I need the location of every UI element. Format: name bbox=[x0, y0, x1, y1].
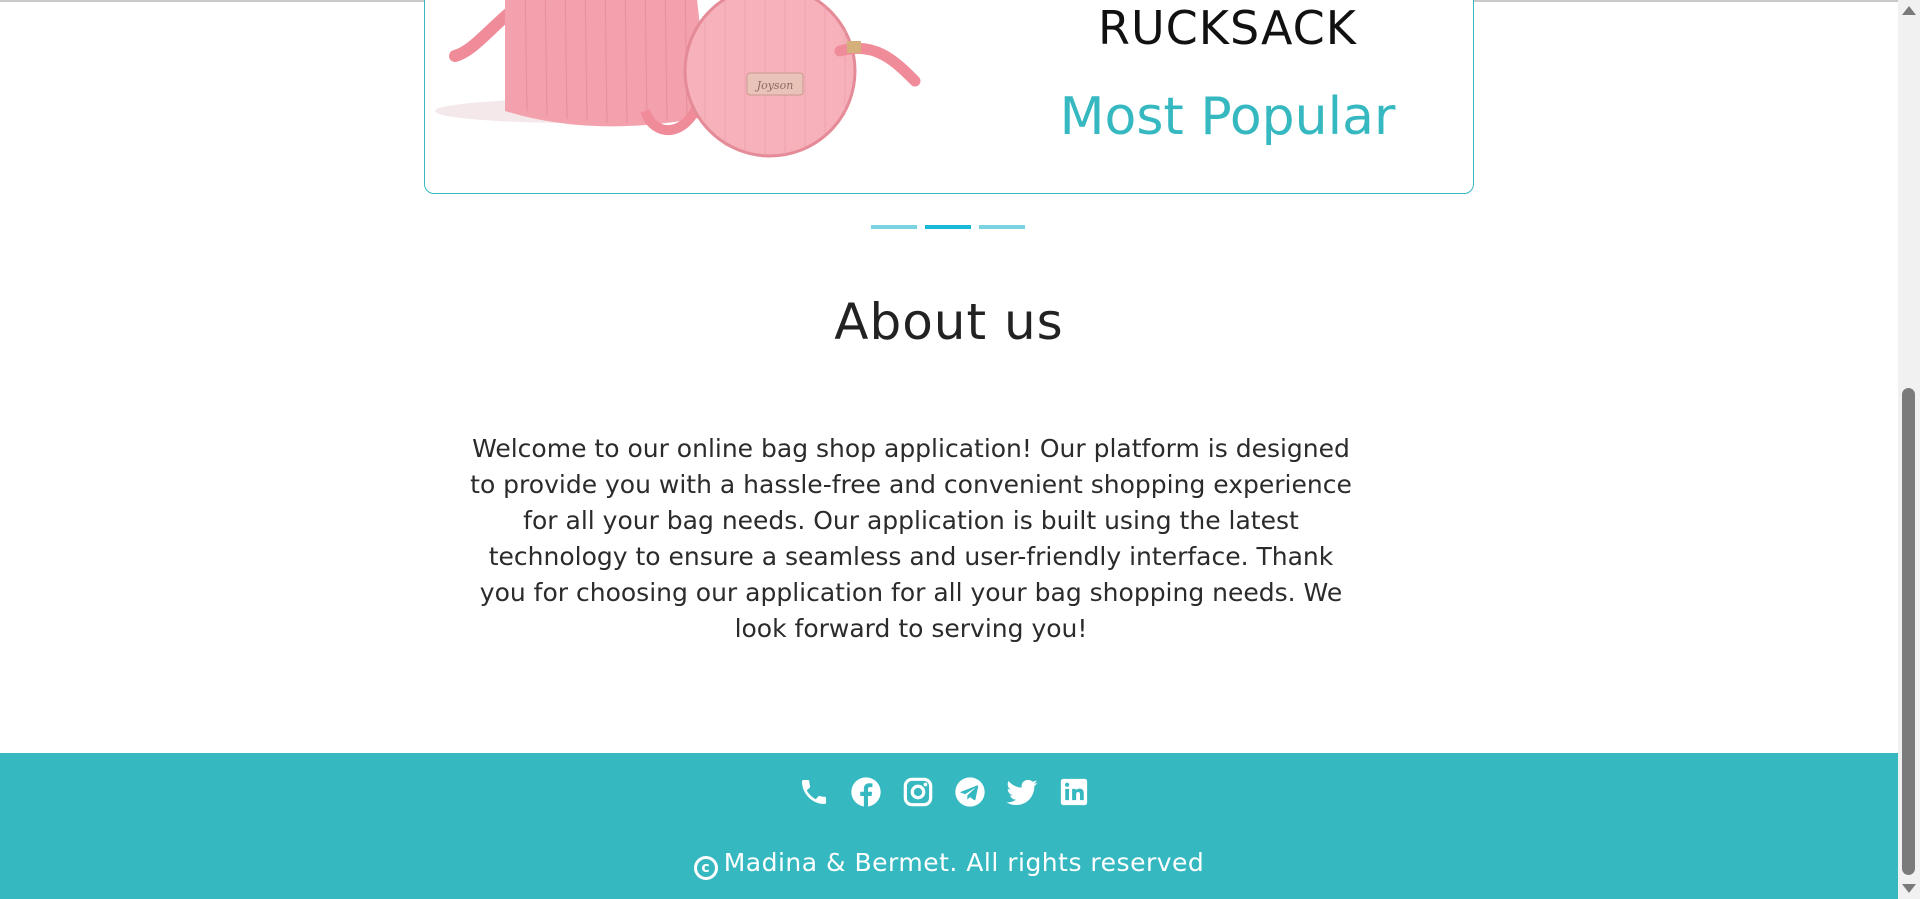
copyright: c Madina & Bermet. All rights reserved bbox=[0, 848, 1898, 880]
scroll-down-icon[interactable] bbox=[1902, 884, 1916, 893]
carousel-slide[interactable]: Joyson RUCKSACK Most Popular bbox=[424, 0, 1474, 194]
instagram-icon[interactable] bbox=[901, 775, 935, 809]
product-image-brand: Joyson bbox=[755, 79, 794, 92]
copyright-icon: c bbox=[693, 856, 718, 880]
telegram-icon[interactable] bbox=[953, 775, 987, 809]
facebook-icon[interactable] bbox=[849, 775, 883, 809]
copyright-text: Madina & Bermet. All rights reserved bbox=[723, 848, 1205, 877]
scroll-thumb[interactable] bbox=[1902, 388, 1915, 875]
social-links bbox=[797, 775, 1091, 809]
vertical-scrollbar[interactable] bbox=[1898, 0, 1920, 899]
page: Joyson RUCKSACK Most Popular About us We… bbox=[0, 0, 1920, 899]
carousel-indicator-1[interactable] bbox=[871, 225, 917, 229]
about-text: Welcome to our online bag shop applicati… bbox=[470, 434, 1352, 643]
product-tag: Most Popular bbox=[1059, 87, 1396, 147]
phone-icon[interactable] bbox=[797, 775, 831, 809]
product-image: Joyson bbox=[435, 0, 935, 161]
carousel-indicator-2[interactable] bbox=[925, 225, 971, 229]
product-name: RUCKSACK bbox=[1098, 1, 1357, 55]
about-title: About us bbox=[834, 293, 1064, 351]
carousel-indicator-3[interactable] bbox=[979, 225, 1025, 229]
twitter-icon[interactable] bbox=[1005, 775, 1039, 809]
carousel-indicators bbox=[871, 225, 1025, 229]
footer: c Madina & Bermet. All rights reserved bbox=[0, 753, 1898, 899]
linkedin-icon[interactable] bbox=[1057, 775, 1091, 809]
scroll-up-icon[interactable] bbox=[1902, 6, 1916, 15]
